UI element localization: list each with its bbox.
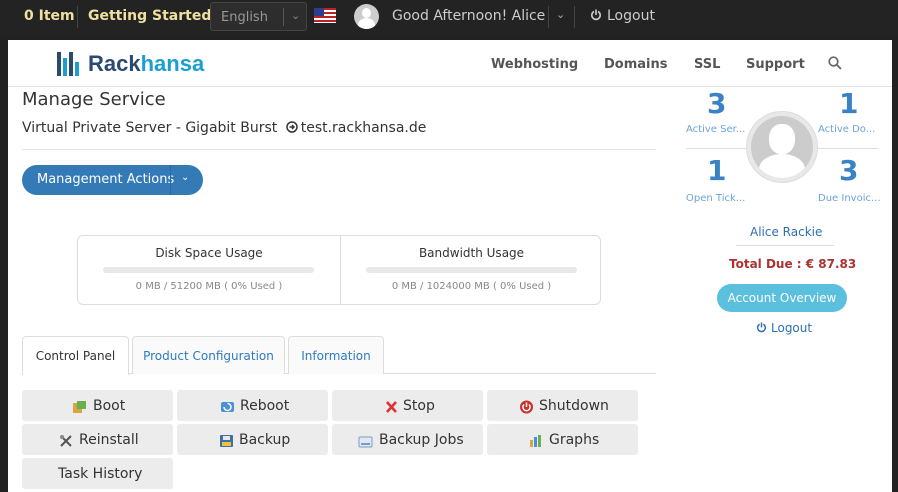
backup-button[interactable]: Backup xyxy=(177,424,328,455)
usage-panel: Disk Space Usage 0 MB / 51200 MB ( 0% Us… xyxy=(77,235,601,305)
shutdown-button[interactable]: Shutdown xyxy=(487,390,638,421)
graphs-label: Graphs xyxy=(549,432,600,448)
task-history-label: Task History xyxy=(58,466,143,482)
disk-usage-bar xyxy=(103,267,314,273)
chevron-down-icon[interactable]: ⌄ xyxy=(556,8,565,21)
tab-control-panel[interactable]: Control Panel xyxy=(22,336,129,375)
top-bar: 0 Item Getting Started English ⌄ Good Af… xyxy=(0,0,898,34)
logo-text-hansa: hansa xyxy=(140,51,205,76)
account-overview-button[interactable]: Account Overview xyxy=(717,284,847,312)
graph-icon xyxy=(530,435,541,447)
stat-due-invoices-count[interactable]: 3 xyxy=(839,154,858,187)
stat-open-tickets-count[interactable]: 1 xyxy=(707,154,726,187)
backup-jobs-label: Backup Jobs xyxy=(379,432,464,448)
stat-due-invoices-label[interactable]: Due Invoic... xyxy=(818,193,881,204)
disk-usage-label: Disk Space Usage xyxy=(155,246,263,260)
us-flag-icon[interactable] xyxy=(314,8,336,23)
greeting-text[interactable]: Good Afternoon! Alice xyxy=(392,8,545,24)
bandwidth-usage-value: 0 MB / 1024000 MB ( 0% Used ) xyxy=(391,281,552,292)
nav-domains[interactable]: Domains xyxy=(604,57,668,72)
bandwidth-usage-bar xyxy=(366,267,577,273)
reboot-button[interactable]: Reboot xyxy=(177,390,328,421)
shutdown-label: Shutdown xyxy=(539,398,609,414)
avatar[interactable] xyxy=(354,4,379,29)
stop-button[interactable]: Stop xyxy=(332,390,483,421)
bandwidth-usage-label: Bandwidth Usage xyxy=(418,246,525,260)
tab-information[interactable]: Information xyxy=(288,336,384,374)
nav-webhosting[interactable]: Webhosting xyxy=(491,57,578,72)
reinstall-button[interactable]: Reinstall xyxy=(22,424,173,455)
logo-icon[interactable] xyxy=(57,52,81,76)
management-actions-label: Management Actions xyxy=(37,172,175,187)
main-content: Manage Service Virtual Private Server - … xyxy=(8,87,892,492)
page-title: Manage Service xyxy=(22,89,166,110)
bandwidth-usage: Bandwidth Usage 0 MB / 1024000 MB ( 0% U… xyxy=(340,236,602,304)
product-name: Virtual Private Server - Gigabit Burst xyxy=(22,120,278,136)
backup-jobs-icon xyxy=(358,436,373,448)
divider xyxy=(686,148,746,149)
boot-label: Boot xyxy=(93,398,126,414)
cart-link[interactable]: 0 Item xyxy=(24,8,75,24)
boot-icon xyxy=(73,401,86,413)
stat-active-services-label[interactable]: Active Ser... xyxy=(686,124,745,135)
divider xyxy=(77,6,78,28)
backup-icon xyxy=(220,435,233,447)
user-name[interactable]: Alice Rackie xyxy=(750,225,822,239)
chevron-down-icon: ⌄ xyxy=(291,9,301,22)
divider xyxy=(574,6,575,28)
logo[interactable]: Rackhansa xyxy=(88,51,204,77)
backup-label: Backup xyxy=(239,432,291,448)
total-due: Total Due : € 87.83 xyxy=(729,257,857,271)
management-actions-button[interactable]: Management Actions ⌄ xyxy=(22,165,203,195)
graphs-button[interactable]: Graphs xyxy=(487,424,638,455)
divider xyxy=(548,6,549,28)
language-select[interactable]: English ⌄ xyxy=(210,2,307,31)
divider xyxy=(736,245,834,246)
language-value: English xyxy=(221,10,268,25)
nav-support[interactable]: Support xyxy=(746,57,805,72)
power-icon xyxy=(591,9,601,21)
task-history-button[interactable]: Task History xyxy=(22,458,173,489)
domain-name: test.rackhansa.de xyxy=(300,120,427,136)
site-header: Rackhansa Webhosting Domains SSL Support xyxy=(8,40,892,87)
boot-button[interactable]: Boot xyxy=(22,390,173,421)
stop-label: Stop xyxy=(403,398,435,414)
stat-open-tickets-label[interactable]: Open Tick... xyxy=(686,193,745,204)
divider xyxy=(170,165,171,195)
reboot-label: Reboot xyxy=(240,398,290,414)
sidebar-logout-link[interactable]: Logout xyxy=(756,321,812,335)
user-avatar xyxy=(746,111,818,183)
stat-active-services-count[interactable]: 3 xyxy=(707,87,726,120)
power-icon xyxy=(520,400,533,414)
divider xyxy=(22,149,656,150)
sidebar-logout-label: Logout xyxy=(771,321,813,335)
logout-link[interactable]: Logout xyxy=(590,8,655,24)
stat-active-domains-label[interactable]: Active Do... xyxy=(818,124,875,135)
chevron-down-icon[interactable]: ⌄ xyxy=(181,172,189,183)
stop-icon xyxy=(386,401,397,413)
tools-icon xyxy=(60,435,72,447)
backup-jobs-button[interactable]: Backup Jobs xyxy=(332,424,483,455)
search-icon[interactable] xyxy=(828,56,842,70)
product-line: Virtual Private Server - Gigabit Burst t… xyxy=(22,120,426,136)
stat-active-domains-count[interactable]: 1 xyxy=(839,87,858,120)
disk-usage: Disk Space Usage 0 MB / 51200 MB ( 0% Us… xyxy=(78,236,340,304)
divider xyxy=(283,8,284,26)
divider xyxy=(818,148,878,149)
reinstall-label: Reinstall xyxy=(79,432,139,448)
nav-ssl[interactable]: SSL xyxy=(694,57,720,72)
arrow-circle-right-icon xyxy=(285,121,298,133)
getting-started-link[interactable]: Getting Started xyxy=(88,8,211,24)
tab-product-configuration[interactable]: Product Configuration xyxy=(132,336,285,374)
disk-usage-value: 0 MB / 51200 MB ( 0% Used ) xyxy=(135,281,283,292)
logo-text-rack: Rack xyxy=(88,51,141,76)
power-icon xyxy=(756,322,767,333)
logout-label: Logout xyxy=(607,8,655,24)
reboot-icon xyxy=(221,402,234,412)
tab-bar: Control Panel Product Configuration Info… xyxy=(22,336,656,375)
